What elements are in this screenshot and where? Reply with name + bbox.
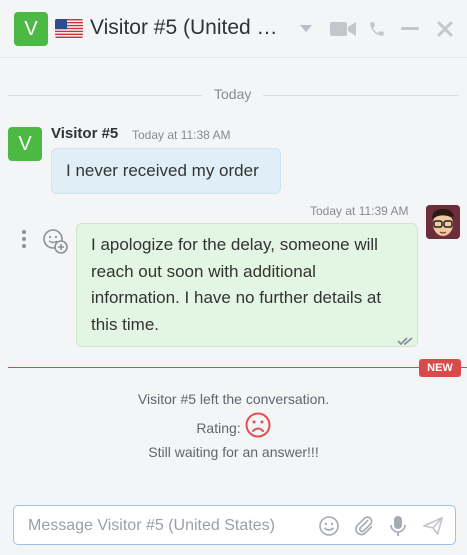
system-left-message: Visitor #5 left the conversation. [137,391,330,407]
minimize-icon[interactable] [396,15,424,43]
attachment-icon[interactable] [352,514,376,538]
microphone-icon[interactable] [386,514,410,538]
agent-avatar [426,205,460,239]
more-options-icon[interactable] [18,228,30,250]
read-receipt-icon [397,333,415,346]
visitor-message-avatar: V [8,127,42,161]
add-reaction-icon[interactable] [42,228,68,254]
visitor-title[interactable]: Visitor #5 (United States) [90,16,290,40]
chat-header: V Visitor #5 (United States) [0,0,467,58]
rating-label: Rating: [196,419,241,436]
visitor-avatar: V [14,12,48,46]
new-messages-divider [8,367,467,368]
visitor-message-bubble: I never received my order [51,148,281,194]
rating-row: Rating: [0,412,467,443]
sad-face-icon [245,412,271,443]
video-call-icon[interactable] [329,15,357,43]
new-badge: NEW [419,359,461,377]
message-sender: Visitor #5 [51,125,119,142]
send-icon[interactable] [421,514,445,538]
day-label: Today [202,86,264,102]
message-input[interactable] [28,515,298,537]
agent-message-timestamp: Today at 11:39 AM [310,204,409,218]
agent-message-bubble: I apologize for the delay, someone will … [76,223,418,347]
emoji-icon[interactable] [317,514,341,538]
phone-icon[interactable] [363,15,391,43]
message-composer [13,505,456,545]
dropdown-caret-icon[interactable] [292,15,320,43]
close-icon[interactable] [431,15,459,43]
message-timestamp: Today at 11:38 AM [132,128,231,142]
rating-comment: Still waiting for an answer!!! [148,444,319,460]
us-flag-icon [55,19,83,38]
